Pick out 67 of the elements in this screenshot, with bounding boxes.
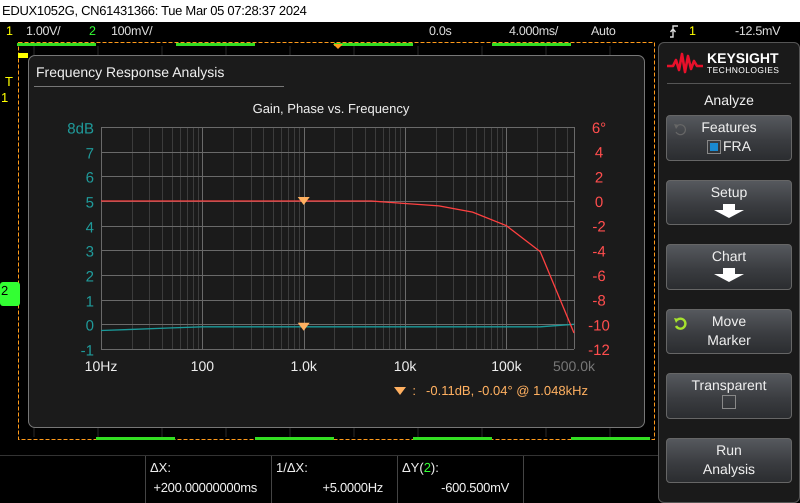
logo-name: KEYSIGHT — [707, 51, 780, 65]
axis-tick-label: 0 — [86, 318, 94, 334]
down-arrow-icon — [714, 268, 744, 282]
logo-icon — [667, 52, 703, 74]
logo-tagline: TECHNOLOGIES — [707, 65, 780, 75]
axis-tick-label: 0 — [594, 194, 604, 211]
axis-tick-label: 8dB — [67, 120, 94, 138]
panel-title: Analyze — [704, 91, 754, 110]
axis-tick-label: -12 — [588, 342, 610, 359]
axis-tick-label: 100 — [190, 358, 214, 374]
measurement-value: +5.0000Hz — [321, 478, 384, 496]
checkbox[interactable] — [707, 140, 721, 154]
axis-tick-label: 10Hz — [84, 358, 118, 374]
axis-tick-label: 2 — [86, 268, 94, 286]
softkey-button[interactable]: Setup — [666, 180, 792, 225]
measurement-label: ΔY(2): — [402, 459, 440, 477]
axis-tick-label: 500.0k — [552, 358, 596, 374]
axis-tick-label: 1.0k — [290, 358, 317, 374]
measurement-label: 1/ΔX: — [276, 459, 309, 477]
axis-tick-label: 4 — [86, 220, 94, 236]
axis-tick-label: 2 — [594, 169, 604, 186]
axis-tick-label: 6° — [592, 120, 606, 137]
channel-scale[interactable]: 100mV/ — [111, 22, 152, 41]
axis-tick-label: 4 — [594, 144, 604, 162]
axis-tick-label: 7 — [86, 146, 94, 162]
measurement-value: -600.500mV — [440, 478, 510, 496]
marker-icon[interactable] — [298, 197, 310, 205]
axis-tick-label: -6 — [592, 268, 606, 285]
channel-scale[interactable]: 1.00V/ — [26, 22, 89, 41]
axis-tick-label: -2 — [592, 218, 606, 236]
axis-tick-label: 5 — [86, 194, 94, 212]
axis-tick-label: -1 — [80, 342, 94, 360]
trigger-mode[interactable]: Auto — [591, 22, 669, 41]
axis-tick-label: -4 — [592, 243, 606, 260]
chart-title: Gain, Phase vs. Frequency — [252, 101, 410, 116]
window-title: EDUX1052G, CN61431366: Tue Mar 05 07:28:37 2024 — [0, 0, 800, 22]
softkey-button[interactable]: Chart — [666, 244, 792, 290]
trigger-marker[interactable]: T — [5, 75, 13, 89]
channel-number[interactable]: 2 — [89, 22, 111, 41]
axis-tick-label: -8 — [592, 292, 606, 310]
softkey-button[interactable]: Transparent — [666, 373, 792, 418]
softkey-button[interactable]: Run Analysis — [666, 438, 792, 483]
marker-icon[interactable] — [298, 322, 310, 331]
trigger-source[interactable]: 1 — [689, 22, 735, 41]
trigger-edge-icon[interactable] — [669, 24, 679, 38]
channel-marker[interactable]: 2 — [0, 282, 20, 306]
trigger-level[interactable]: -12.5mV — [735, 22, 800, 41]
channel-marker[interactable]: 1 — [0, 89, 20, 113]
axis-tick-label: 1 — [86, 294, 94, 310]
readout-separator: : — [412, 382, 416, 400]
softkey-button[interactable]: Features FRA — [666, 115, 792, 160]
delay-value[interactable]: 0.0s — [429, 22, 509, 41]
softkey-button[interactable]: Move Marker — [666, 308, 792, 354]
axis-tick-label: 10k — [394, 358, 416, 374]
axis-tick-label: 6 — [86, 170, 94, 186]
checkbox[interactable] — [722, 395, 736, 409]
down-arrow-icon — [714, 204, 744, 218]
marker-readout: -0.11dB, -0.04° @ 1.048kHz — [426, 382, 588, 400]
measurement-label: ΔX: — [150, 459, 172, 477]
channel-number[interactable]: 1 — [6, 22, 26, 41]
axis-tick-label: 100k — [491, 358, 522, 374]
timebase-value[interactable]: 4.000ms/ — [509, 22, 591, 41]
dialog-title: Frequency Response Analysis — [34, 62, 284, 87]
axis-tick-label: -10 — [588, 317, 610, 334]
measurement-value: +200.00000000ms — [152, 478, 258, 496]
marker-icon — [394, 386, 406, 395]
axis-tick-label: 3 — [86, 244, 94, 260]
